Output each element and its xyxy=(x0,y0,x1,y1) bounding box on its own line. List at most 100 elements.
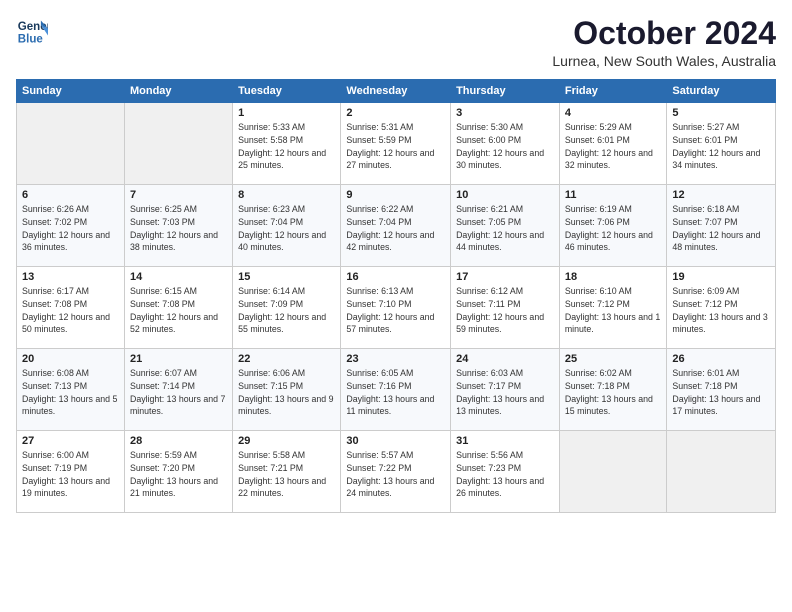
day-info: Sunrise: 5:56 AMSunset: 7:23 PMDaylight:… xyxy=(456,449,554,500)
calendar-cell: 11Sunrise: 6:19 AMSunset: 7:06 PMDayligh… xyxy=(559,185,667,267)
calendar-cell: 25 Sunrise: 6:02 AMSunset: 7:18 PMDayligh… xyxy=(559,349,667,431)
calendar-cell: 6Sunrise: 6:26 AMSunset: 7:02 PMDaylight… xyxy=(17,185,125,267)
day-number: 5 xyxy=(672,107,770,119)
calendar-cell: 29 Sunrise: 5:58 AMSunset: 7:21 PMDayligh… xyxy=(233,431,341,513)
calendar-cell: 9Sunrise: 6:22 AMSunset: 7:04 PMDaylight… xyxy=(341,185,451,267)
calendar-cell: 21 Sunrise: 6:07 AMSunset: 7:14 PMDayligh… xyxy=(124,349,232,431)
day-info: Sunrise: 6:10 AMSunset: 7:12 PMDaylight:… xyxy=(565,285,662,336)
calendar-cell xyxy=(124,103,232,185)
day-number: 22 xyxy=(238,353,335,365)
day-info: Sunrise: 6:15 AMSunset: 7:08 PMDaylight:… xyxy=(130,285,227,336)
calendar-week-row: 20Sunrise: 6:08 AMSunset: 7:13 PMDayligh… xyxy=(17,349,776,431)
calendar-cell: 17 Sunrise: 6:12 AMSunset: 7:11 PMDayligh… xyxy=(451,267,560,349)
day-number: 27 xyxy=(22,435,119,447)
calendar-table: SundayMondayTuesdayWednesdayThursdayFrid… xyxy=(16,79,776,513)
calendar-header-thursday: Thursday xyxy=(451,80,560,103)
calendar-week-row: 1 Sunrise: 5:33 AMSunset: 5:58 PMDaylight… xyxy=(17,103,776,185)
calendar-cell: 16 Sunrise: 6:13 AMSunset: 7:10 PMDayligh… xyxy=(341,267,451,349)
title-block: October 2024 Lurnea, New South Wales, Au… xyxy=(552,16,776,69)
calendar-cell: 24 Sunrise: 6:03 AMSunset: 7:17 PMDayligh… xyxy=(451,349,560,431)
calendar-cell: 20Sunrise: 6:08 AMSunset: 7:13 PMDayligh… xyxy=(17,349,125,431)
calendar-cell: 27 Sunrise: 6:00 AMSunset: 7:19 PMDayligh… xyxy=(17,431,125,513)
day-info: Sunrise: 6:26 AMSunset: 7:02 PMDaylight:… xyxy=(22,203,119,254)
calendar-cell: 8 Sunrise: 6:23 AMSunset: 7:04 PMDaylight… xyxy=(233,185,341,267)
day-info: Sunrise: 6:07 AMSunset: 7:14 PMDaylight:… xyxy=(130,367,227,418)
calendar-cell: 15Sunrise: 6:14 AMSunset: 7:09 PMDayligh… xyxy=(233,267,341,349)
day-number: 25 xyxy=(565,353,662,365)
day-number: 24 xyxy=(456,353,554,365)
day-number: 28 xyxy=(130,435,227,447)
calendar-week-row: 13Sunrise: 6:17 AMSunset: 7:08 PMDayligh… xyxy=(17,267,776,349)
day-info: Sunrise: 5:58 AMSunset: 7:21 PMDaylight:… xyxy=(238,449,335,500)
calendar-cell: 3 Sunrise: 5:30 AMSunset: 6:00 PMDaylight… xyxy=(451,103,560,185)
day-number: 3 xyxy=(456,107,554,119)
day-info: Sunrise: 6:25 AMSunset: 7:03 PMDaylight:… xyxy=(130,203,227,254)
day-number: 29 xyxy=(238,435,335,447)
calendar-header-wednesday: Wednesday xyxy=(341,80,451,103)
calendar-cell: 23Sunrise: 6:05 AMSunset: 7:16 PMDayligh… xyxy=(341,349,451,431)
day-number: 2 xyxy=(346,107,445,119)
calendar-cell: 19 Sunrise: 6:09 AMSunset: 7:12 PMDayligh… xyxy=(667,267,776,349)
calendar-cell: 18 Sunrise: 6:10 AMSunset: 7:12 PMDayligh… xyxy=(559,267,667,349)
calendar-week-row: 6Sunrise: 6:26 AMSunset: 7:02 PMDaylight… xyxy=(17,185,776,267)
day-info: Sunrise: 5:33 AMSunset: 5:58 PMDaylight:… xyxy=(238,121,335,172)
calendar-cell xyxy=(17,103,125,185)
calendar-header-tuesday: Tuesday xyxy=(233,80,341,103)
calendar-header-saturday: Saturday xyxy=(667,80,776,103)
day-info: Sunrise: 5:29 AMSunset: 6:01 PMDaylight:… xyxy=(565,121,662,172)
day-number: 16 xyxy=(346,271,445,283)
day-info: Sunrise: 6:00 AMSunset: 7:19 PMDaylight:… xyxy=(22,449,119,500)
day-info: Sunrise: 6:06 AMSunset: 7:15 PMDaylight:… xyxy=(238,367,335,418)
calendar-cell xyxy=(667,431,776,513)
day-number: 26 xyxy=(672,353,770,365)
calendar-cell: 13Sunrise: 6:17 AMSunset: 7:08 PMDayligh… xyxy=(17,267,125,349)
day-info: Sunrise: 6:02 AMSunset: 7:18 PMDaylight:… xyxy=(565,367,662,418)
calendar-cell: 12 Sunrise: 6:18 AMSunset: 7:07 PMDayligh… xyxy=(667,185,776,267)
day-info: Sunrise: 6:13 AMSunset: 7:10 PMDaylight:… xyxy=(346,285,445,336)
calendar-cell: 4Sunrise: 5:29 AMSunset: 6:01 PMDaylight… xyxy=(559,103,667,185)
day-number: 11 xyxy=(565,189,662,201)
day-info: Sunrise: 6:01 AMSunset: 7:18 PMDaylight:… xyxy=(672,367,770,418)
day-number: 8 xyxy=(238,189,335,201)
day-info: Sunrise: 6:14 AMSunset: 7:09 PMDaylight:… xyxy=(238,285,335,336)
header: General Blue October 2024 Lurnea, New So… xyxy=(16,16,776,69)
day-info: Sunrise: 6:21 AMSunset: 7:05 PMDaylight:… xyxy=(456,203,554,254)
page: General Blue October 2024 Lurnea, New So… xyxy=(0,0,792,612)
day-info: Sunrise: 6:12 AMSunset: 7:11 PMDaylight:… xyxy=(456,285,554,336)
calendar-cell: 31 Sunrise: 5:56 AMSunset: 7:23 PMDayligh… xyxy=(451,431,560,513)
calendar-header-monday: Monday xyxy=(124,80,232,103)
calendar-header-friday: Friday xyxy=(559,80,667,103)
calendar-header-row: SundayMondayTuesdayWednesdayThursdayFrid… xyxy=(17,80,776,103)
day-number: 17 xyxy=(456,271,554,283)
day-info: Sunrise: 6:17 AMSunset: 7:08 PMDaylight:… xyxy=(22,285,119,336)
day-info: Sunrise: 6:18 AMSunset: 7:07 PMDaylight:… xyxy=(672,203,770,254)
calendar-cell: 10Sunrise: 6:21 AMSunset: 7:05 PMDayligh… xyxy=(451,185,560,267)
calendar-header-sunday: Sunday xyxy=(17,80,125,103)
day-info: Sunrise: 5:57 AMSunset: 7:22 PMDaylight:… xyxy=(346,449,445,500)
calendar-cell: 1 Sunrise: 5:33 AMSunset: 5:58 PMDaylight… xyxy=(233,103,341,185)
calendar-cell: 30Sunrise: 5:57 AMSunset: 7:22 PMDayligh… xyxy=(341,431,451,513)
location-title: Lurnea, New South Wales, Australia xyxy=(552,53,776,69)
calendar-week-row: 27 Sunrise: 6:00 AMSunset: 7:19 PMDayligh… xyxy=(17,431,776,513)
day-number: 12 xyxy=(672,189,770,201)
day-info: Sunrise: 6:08 AMSunset: 7:13 PMDaylight:… xyxy=(22,367,119,418)
day-number: 14 xyxy=(130,271,227,283)
logo-icon: General Blue xyxy=(16,16,48,48)
day-number: 7 xyxy=(130,189,227,201)
calendar-cell: 2Sunrise: 5:31 AMSunset: 5:59 PMDaylight… xyxy=(341,103,451,185)
svg-text:Blue: Blue xyxy=(18,34,44,46)
day-info: Sunrise: 6:09 AMSunset: 7:12 PMDaylight:… xyxy=(672,285,770,336)
day-number: 18 xyxy=(565,271,662,283)
day-number: 1 xyxy=(238,107,335,119)
day-number: 21 xyxy=(130,353,227,365)
day-info: Sunrise: 5:59 AMSunset: 7:20 PMDaylight:… xyxy=(130,449,227,500)
calendar-cell: 28 Sunrise: 5:59 AMSunset: 7:20 PMDayligh… xyxy=(124,431,232,513)
day-number: 31 xyxy=(456,435,554,447)
day-info: Sunrise: 5:27 AMSunset: 6:01 PMDaylight:… xyxy=(672,121,770,172)
day-info: Sunrise: 5:30 AMSunset: 6:00 PMDaylight:… xyxy=(456,121,554,172)
day-number: 19 xyxy=(672,271,770,283)
day-info: Sunrise: 6:23 AMSunset: 7:04 PMDaylight:… xyxy=(238,203,335,254)
logo: General Blue xyxy=(16,16,48,48)
day-info: Sunrise: 6:03 AMSunset: 7:17 PMDaylight:… xyxy=(456,367,554,418)
calendar-cell: 26 Sunrise: 6:01 AMSunset: 7:18 PMDayligh… xyxy=(667,349,776,431)
